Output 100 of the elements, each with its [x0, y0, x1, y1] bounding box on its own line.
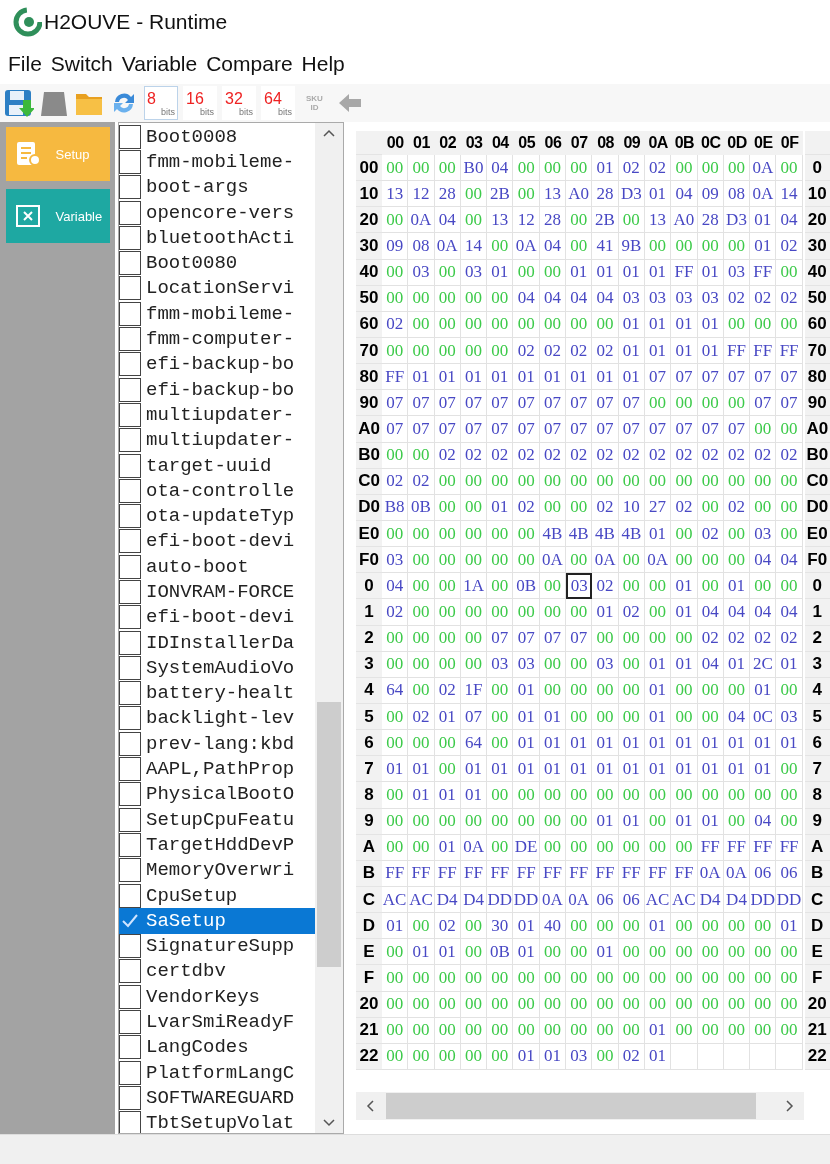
hex-cell[interactable]: 02 — [592, 442, 619, 469]
hex-cell[interactable]: 01 — [592, 599, 619, 626]
hex-cell[interactable]: 01 — [513, 703, 540, 731]
hex-cell[interactable]: 01 — [618, 808, 645, 835]
hex-cell[interactable]: FF — [592, 860, 619, 887]
variable-item[interactable]: fmm-mobileme- — [119, 149, 315, 175]
hex-cell[interactable]: 04 — [723, 703, 751, 731]
checkbox[interactable] — [119, 225, 141, 250]
hex-cell[interactable]: 01 — [566, 730, 593, 757]
hex-cell[interactable]: 01 — [618, 338, 645, 365]
checkbox[interactable] — [119, 605, 141, 630]
hex-cell[interactable]: 02 — [408, 468, 435, 495]
hex-cell[interactable]: 07 — [513, 390, 540, 417]
bit-width-button[interactable]: 64 bits — [261, 86, 295, 120]
checkbox[interactable] — [119, 984, 141, 1009]
hex-cell[interactable]: 04 — [487, 155, 514, 182]
hex-cell[interactable]: 01 — [539, 364, 567, 391]
hex-cell[interactable]: D4 — [460, 886, 488, 914]
variable-item[interactable]: ota-updateTyp — [119, 503, 315, 529]
hex-cell[interactable]: 07 — [513, 416, 540, 443]
checkbox[interactable] — [119, 377, 141, 402]
variable-item[interactable]: SetupCpuFeatu — [119, 807, 315, 833]
hex-cell[interactable]: 01 — [618, 311, 645, 338]
hex-cell[interactable]: 0A — [750, 181, 777, 208]
hex-cell[interactable]: 01 — [697, 756, 724, 783]
hex-cell[interactable]: 02 — [776, 442, 803, 469]
checkbox[interactable] — [119, 1010, 141, 1035]
variable-item[interactable]: TargetHddDevP — [119, 832, 315, 858]
hex-cell[interactable]: 0A — [513, 233, 540, 260]
hex-cell[interactable]: 02 — [671, 494, 698, 521]
hex-cell[interactable]: 01 — [460, 756, 488, 783]
hex-cell[interactable]: 01 — [434, 782, 461, 809]
hex-cell[interactable]: 02 — [566, 338, 593, 365]
hex-cell[interactable]: 03 — [408, 259, 435, 286]
hex-cell[interactable]: 02 — [618, 599, 645, 626]
hex-cell[interactable]: 64 — [382, 677, 409, 704]
hex-cell[interactable]: FF — [750, 834, 777, 861]
hex-cell[interactable]: B8 — [382, 494, 409, 521]
variable-item[interactable]: Boot0008 — [119, 124, 315, 150]
variable-item[interactable]: AAPL,PathProp — [119, 756, 315, 782]
hex-cell[interactable]: 27 — [644, 494, 672, 521]
hex-cell[interactable]: 04 — [539, 233, 567, 260]
hex-cell[interactable]: 04 — [750, 547, 777, 574]
hex-cell[interactable]: 0A — [723, 860, 751, 887]
hex-cell[interactable]: 01 — [592, 155, 619, 182]
hex-cell[interactable]: 01 — [644, 651, 672, 678]
checkbox[interactable] — [119, 807, 141, 832]
hex-cell[interactable]: 07 — [487, 416, 514, 443]
hex-cell[interactable]: 2B — [592, 207, 619, 234]
hex-cell[interactable]: 40 — [539, 913, 567, 940]
hex-cell[interactable]: 08 — [408, 233, 435, 260]
checkbox[interactable] — [119, 1111, 141, 1133]
hex-cell[interactable]: 01 — [539, 703, 567, 731]
hex-cell[interactable]: 07 — [723, 416, 751, 443]
hex-cell[interactable]: 0A — [539, 886, 567, 914]
scrollbar-thumb[interactable] — [317, 702, 341, 967]
variable-item[interactable]: target-uuid — [119, 452, 315, 479]
hex-cell[interactable]: 06 — [618, 886, 645, 914]
menu-item[interactable]: Variable — [121, 52, 198, 76]
checkbox[interactable] — [119, 883, 141, 908]
checkbox[interactable] — [119, 251, 141, 276]
hex-cell[interactable]: 02 — [434, 677, 461, 704]
hex-cell[interactable]: 02 — [592, 494, 619, 521]
hex-cell[interactable]: 07 — [671, 416, 698, 443]
hex-cell[interactable]: 02 — [618, 442, 645, 469]
hex-cell[interactable]: 01 — [671, 730, 698, 757]
hex-cell[interactable]: 13 — [539, 181, 567, 208]
hex-cell[interactable]: 01 — [566, 259, 593, 286]
hex-cell[interactable]: 02 — [776, 285, 803, 312]
hex-cell[interactable]: 01 — [592, 756, 619, 783]
checkbox[interactable] — [119, 529, 141, 554]
hex-cell[interactable]: 02 — [697, 442, 724, 469]
hex-cell[interactable]: 04 — [566, 285, 593, 312]
hex-cell[interactable]: 01 — [644, 703, 672, 731]
hex-cell[interactable]: 02 — [513, 338, 540, 365]
hex-cell[interactable]: 01 — [592, 364, 619, 391]
hex-cell[interactable]: 01 — [408, 782, 435, 809]
hex-cell[interactable]: 28 — [592, 181, 619, 208]
checkbox[interactable] — [119, 554, 141, 579]
hex-cell[interactable]: FF — [750, 259, 777, 286]
checkbox[interactable] — [119, 200, 141, 225]
hex-cell[interactable]: 02 — [408, 703, 435, 731]
variable-item[interactable]: Boot0080 — [119, 250, 315, 276]
hex-cell[interactable]: 13 — [382, 181, 409, 208]
hex-cell[interactable]: B0 — [460, 155, 488, 182]
hex-cell[interactable]: 07 — [592, 390, 619, 417]
hex-cell[interactable]: 04 — [697, 651, 724, 678]
hex-cell[interactable]: 04 — [776, 547, 803, 574]
hex-cell[interactable]: 01 — [592, 808, 619, 835]
hex-cell[interactable]: 02 — [539, 442, 567, 469]
hex-cell[interactable]: 14 — [460, 233, 488, 260]
hex-cell[interactable]: 01 — [566, 756, 593, 783]
hex-cell[interactable]: 01 — [566, 364, 593, 391]
hex-cell[interactable]: 4B — [566, 520, 593, 548]
hex-cell[interactable]: 01 — [487, 756, 514, 783]
hex-cell[interactable]: 02 — [460, 442, 488, 469]
hex-cell[interactable]: FF — [539, 860, 567, 887]
hex-cell[interactable]: 02 — [566, 442, 593, 469]
hex-cell[interactable]: 02 — [750, 442, 777, 469]
hex-cell[interactable]: 28 — [539, 207, 567, 234]
